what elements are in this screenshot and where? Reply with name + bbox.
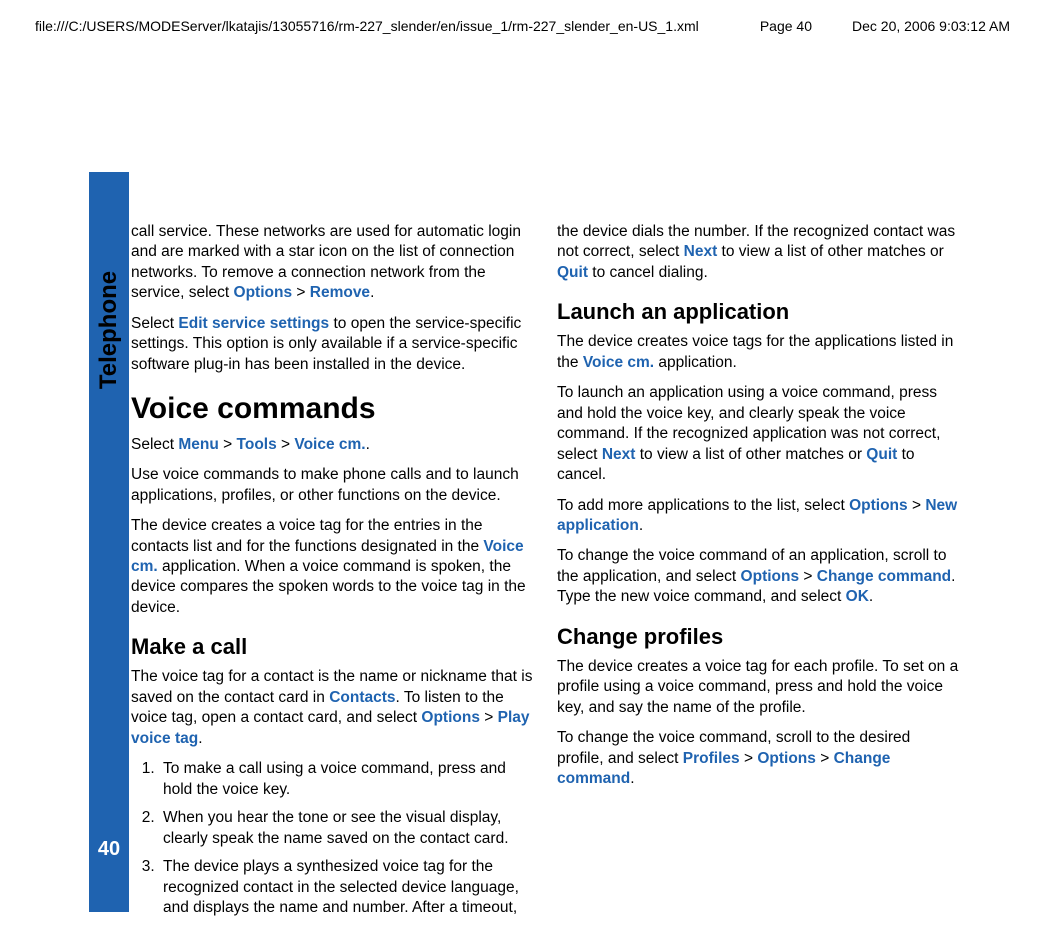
print-header: file:///C:/USERS/MODEServer/lkatajis/130… bbox=[35, 18, 1010, 34]
list-item: To make a call using a voice command, pr… bbox=[159, 759, 533, 800]
link-voice-cm: Voice cm. bbox=[294, 436, 365, 453]
header-path: file:///C:/USERS/MODEServer/lkatajis/130… bbox=[35, 18, 699, 34]
body-text: Select Menu > Tools > Voice cm.. bbox=[131, 435, 533, 455]
link-remove: Remove bbox=[310, 284, 370, 301]
link-options: Options bbox=[757, 750, 816, 767]
link-options: Options bbox=[421, 709, 480, 726]
side-tab-label: Telephone bbox=[89, 240, 129, 420]
body-text: To change the voice command of an applic… bbox=[557, 546, 959, 607]
link-menu: Menu bbox=[178, 436, 218, 453]
heading-change-profiles: Change profiles bbox=[557, 622, 959, 651]
link-next: Next bbox=[684, 243, 718, 260]
link-tools: Tools bbox=[237, 436, 277, 453]
body-text: call service. These networks are used fo… bbox=[131, 222, 533, 304]
link-change-command: Change command bbox=[817, 568, 951, 585]
body-text: the device dials the number. If the reco… bbox=[557, 222, 959, 283]
numbered-steps: To make a call using a voice command, pr… bbox=[131, 759, 533, 918]
link-options: Options bbox=[741, 568, 800, 585]
body-text: The device creates a voice tag for the e… bbox=[131, 516, 533, 618]
heading-voice-commands: Voice commands bbox=[131, 389, 533, 429]
content-columns: call service. These networks are used fo… bbox=[131, 222, 959, 926]
body-text: The voice tag for a contact is the name … bbox=[131, 667, 533, 749]
page-number: 40 bbox=[89, 838, 129, 861]
body-text: Select Edit service settings to open the… bbox=[131, 314, 533, 375]
body-text: The device creates voice tags for the ap… bbox=[557, 332, 959, 373]
list-item: The device plays a synthesized voice tag… bbox=[159, 857, 533, 918]
link-ok: OK bbox=[846, 588, 869, 605]
link-next: Next bbox=[602, 446, 636, 463]
heading-launch-application: Launch an application bbox=[557, 297, 959, 326]
link-options: Options bbox=[849, 497, 908, 514]
link-voice-cm: Voice cm. bbox=[583, 354, 654, 371]
list-item: When you hear the tone or see the visual… bbox=[159, 808, 533, 849]
body-text: Use voice commands to make phone calls a… bbox=[131, 465, 533, 506]
link-contacts: Contacts bbox=[329, 689, 395, 706]
link-profiles: Profiles bbox=[683, 750, 740, 767]
link-quit: Quit bbox=[557, 264, 588, 281]
body-text: To change the voice command, scroll to t… bbox=[557, 728, 959, 789]
header-date: Dec 20, 2006 9:03:12 AM bbox=[852, 18, 1010, 34]
body-text: To launch an application using a voice c… bbox=[557, 383, 959, 485]
left-column: call service. These networks are used fo… bbox=[131, 222, 533, 926]
heading-make-a-call: Make a call bbox=[131, 632, 533, 661]
link-options: Options bbox=[234, 284, 293, 301]
link-quit: Quit bbox=[866, 446, 897, 463]
right-column: the device dials the number. If the reco… bbox=[557, 222, 959, 926]
body-text: The device creates a voice tag for each … bbox=[557, 657, 959, 718]
link-edit-service-settings: Edit service settings bbox=[178, 315, 329, 332]
body-text: To add more applications to the list, se… bbox=[557, 496, 959, 537]
page: file:///C:/USERS/MODEServer/lkatajis/130… bbox=[0, 0, 1045, 940]
header-page: Page 40 bbox=[760, 18, 812, 34]
